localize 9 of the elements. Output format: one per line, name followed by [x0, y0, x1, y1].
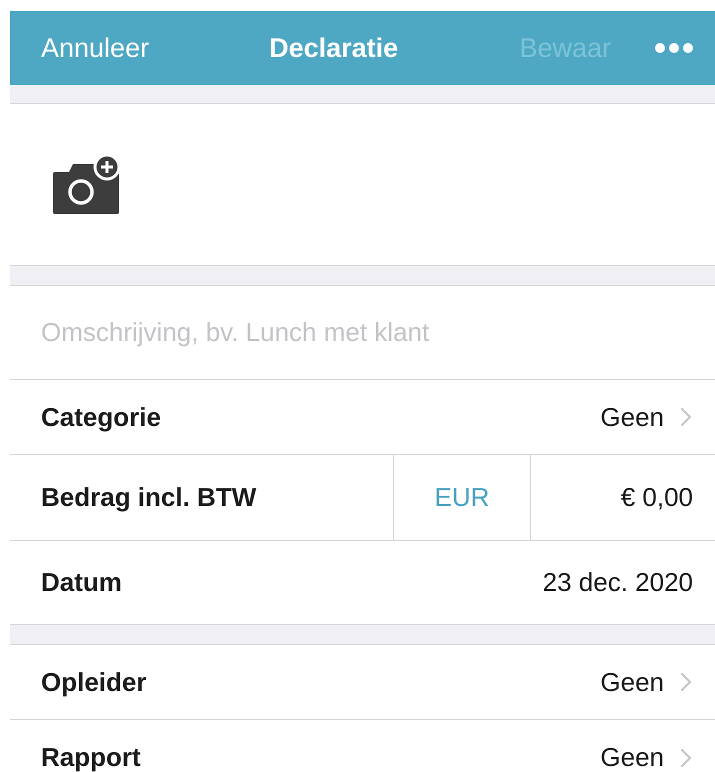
date-value[interactable]: 23 dec. 2020: [542, 563, 693, 602]
add-photo-icon[interactable]: [51, 154, 121, 216]
more-icon[interactable]: [655, 43, 693, 53]
chevron-right-icon: [680, 748, 692, 768]
row-label: Bedrag incl. BTW: [41, 481, 256, 514]
chevron-right-icon: [680, 407, 692, 427]
chevron-right-icon: [680, 672, 692, 692]
window-title: Declaratie: [269, 32, 398, 65]
row-label: Datum: [41, 566, 122, 599]
